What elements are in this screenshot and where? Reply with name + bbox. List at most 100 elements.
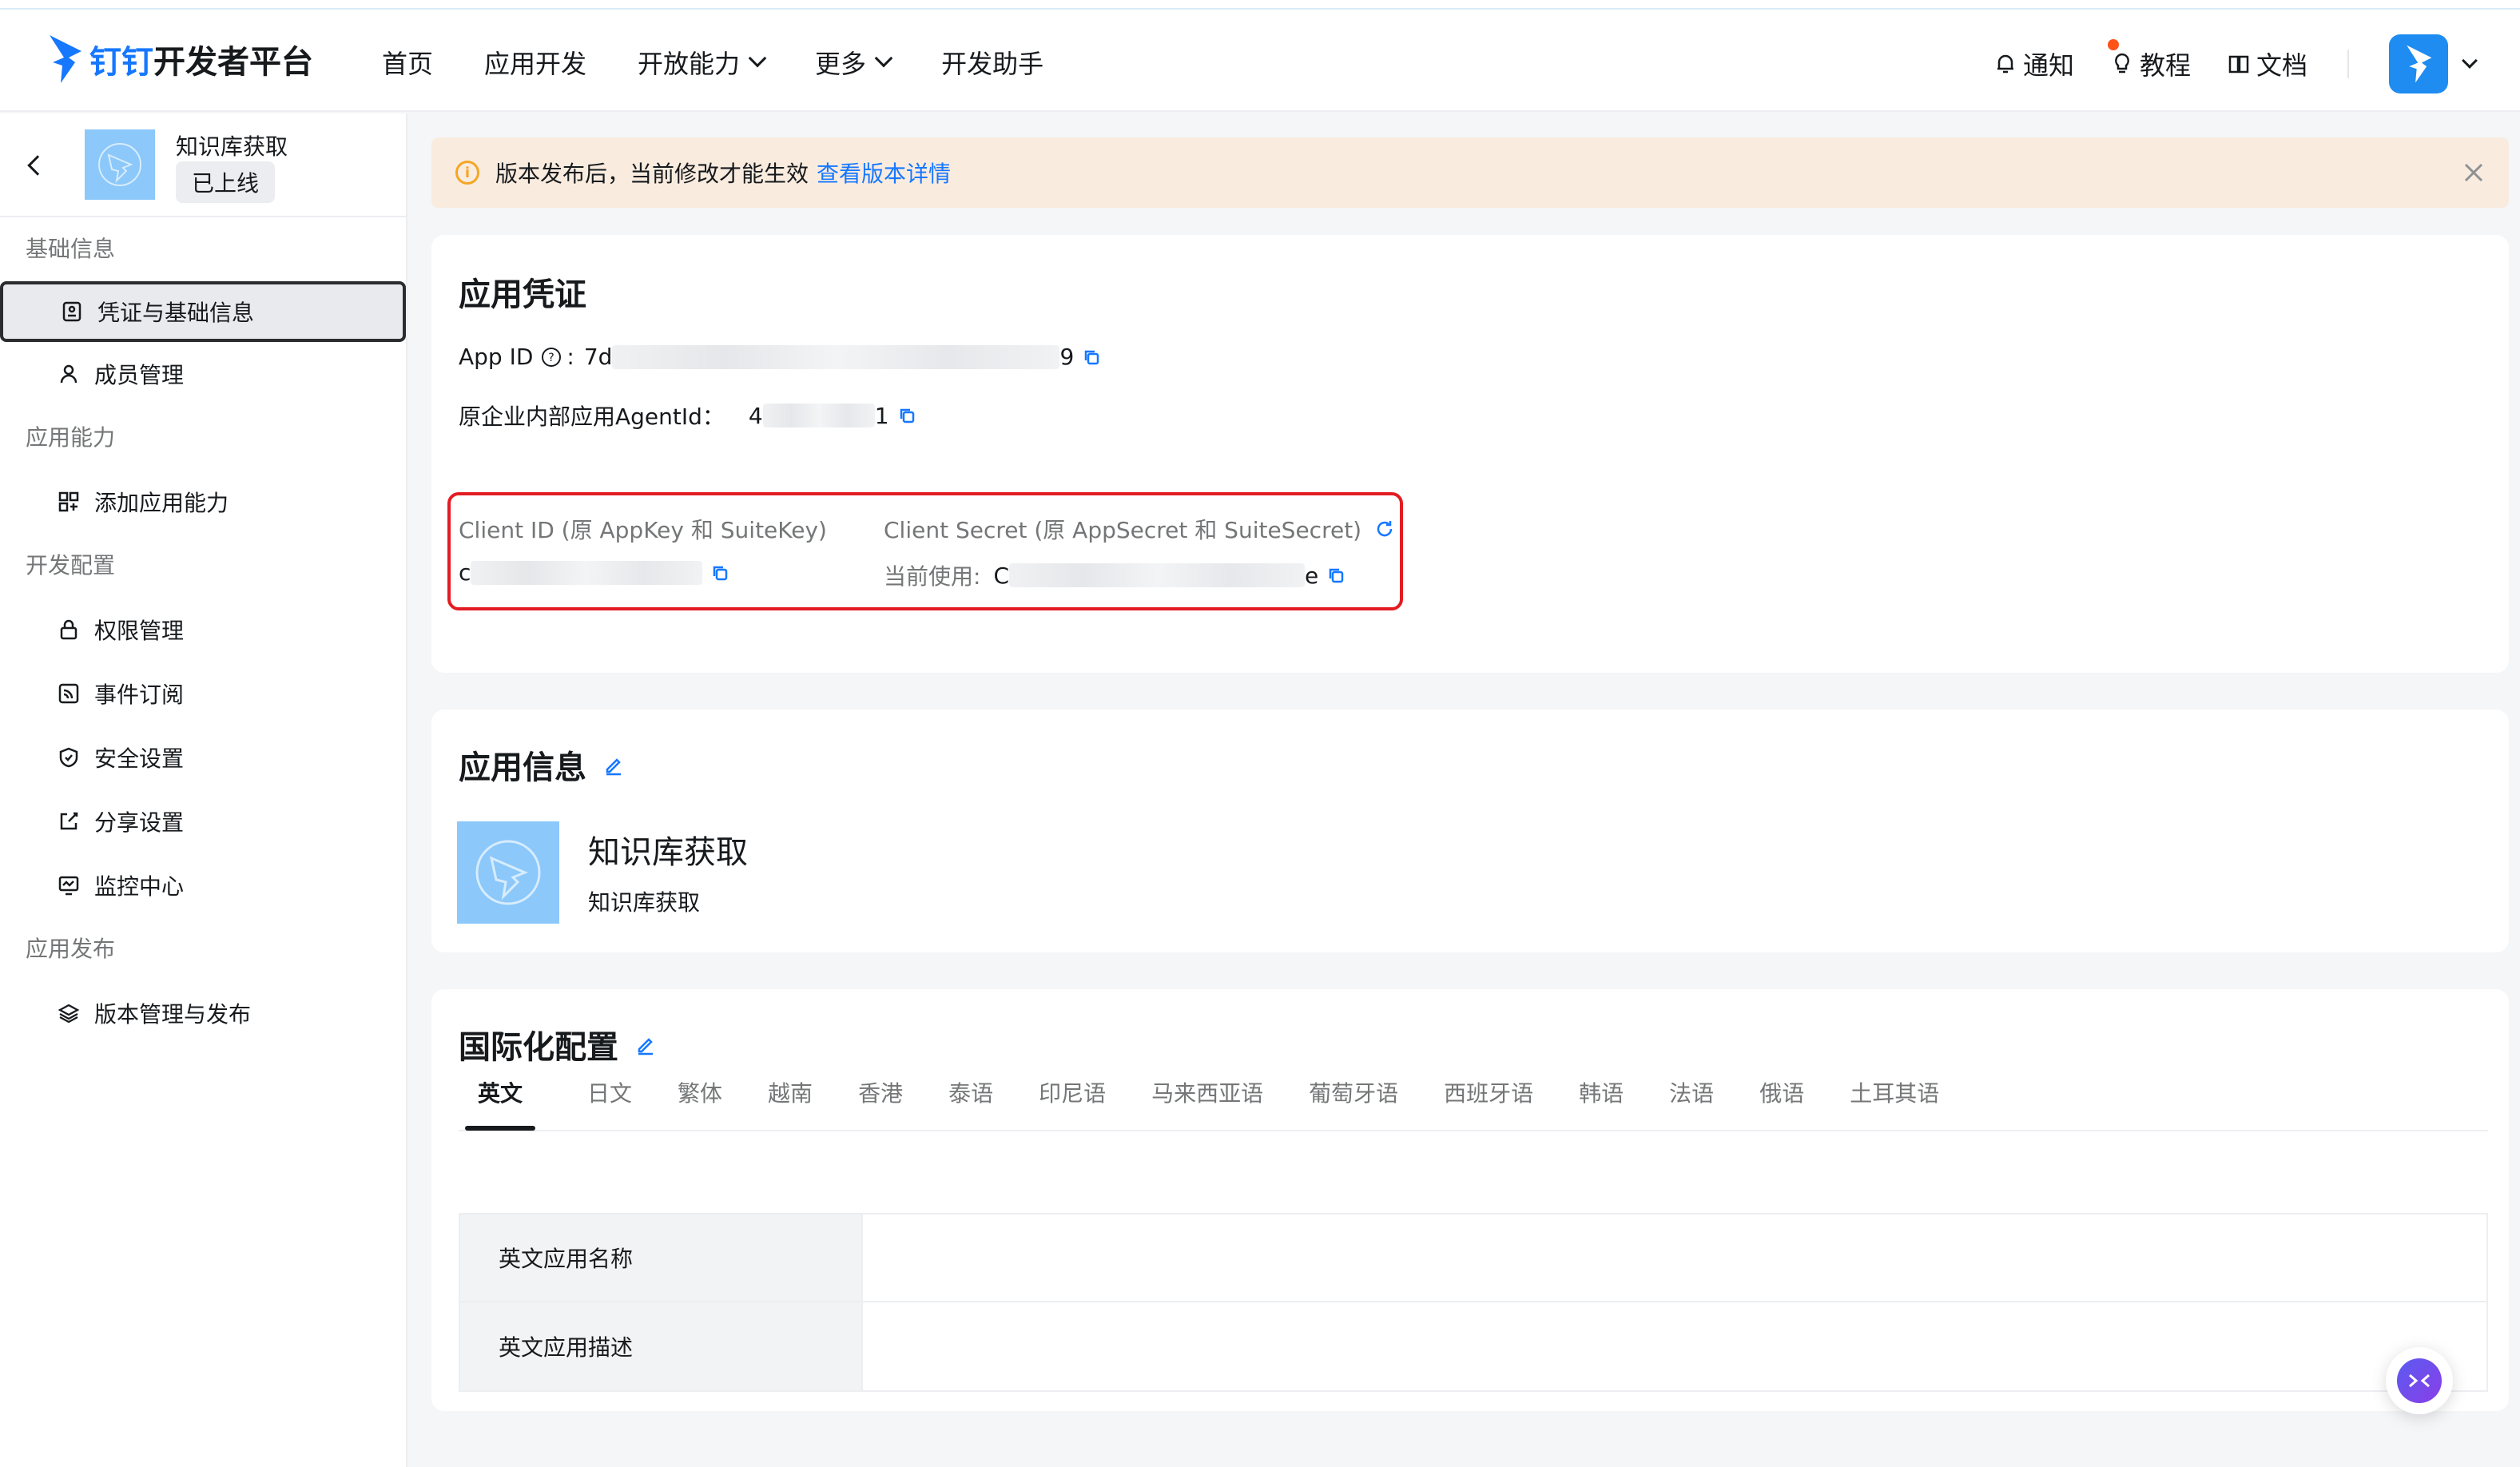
info-warning-icon: i [455,161,479,185]
sidebar-item-permissions[interactable]: 权限管理 [0,598,406,662]
tab-traditional[interactable]: 繁体 [678,1057,722,1131]
client-credentials-highlight [447,492,1403,610]
sidebar-item-monitor[interactable]: 监控中心 [0,853,406,917]
agent-id-value-end: 1 [874,402,889,429]
account-chevron-down-icon[interactable] [2462,53,2478,69]
credential-icon [62,301,81,322]
sidebar-item-share[interactable]: 分享设置 [0,789,406,853]
client-secret-value-end: e [1305,562,1319,589]
lock-icon [60,619,78,640]
chevron-down-icon [748,49,767,68]
tab-thai[interactable]: 泰语 [948,1057,993,1131]
top-edge [0,0,2520,10]
layers-icon [58,1004,80,1024]
main-nav: 首页 应用开发 开放能力 更多 开发助手 [382,42,1095,83]
app-info-desc: 知识库获取 [588,889,701,916]
app-name: 知识库获取 [176,133,288,160]
client-secret-redacted [1009,563,1305,587]
tab-hongkong[interactable]: 香港 [858,1057,903,1131]
docs-link[interactable]: 文档 [2226,46,2307,82]
client-id-label: Client ID (原 AppKey 和 SuiteKey) [459,517,827,543]
edit-pencil-icon[interactable] [634,1033,657,1056]
nav-more[interactable]: 更多 [815,44,893,81]
agent-id-value-start: 4 [748,402,763,429]
close-icon[interactable] [2461,160,2486,185]
refresh-icon[interactable] [1374,519,1395,539]
tutorial-link[interactable]: 教程 [2107,39,2191,82]
credentials-card: 应用凭证 App ID ? : 7d 9 原企业内部应用AgentId： 4 1… [431,235,2509,673]
sidebar-item-credentials[interactable]: 凭证与基础信息 [0,281,406,342]
app-info-name: 知识库获取 [588,834,748,871]
rss-icon [58,683,79,704]
tab-turkish[interactable]: 土耳其语 [1850,1057,1939,1131]
logo[interactable]: 钉钉开发者平台 [46,30,313,88]
monitor-icon [58,876,79,896]
tab-english[interactable]: 英文 [459,1057,542,1131]
nav-dev-assistant[interactable]: 开发助手 [941,44,1043,81]
tab-french[interactable]: 法语 [1669,1057,1714,1131]
copy-icon[interactable] [710,563,729,582]
tab-portuguese[interactable]: 葡萄牙语 [1309,1057,1398,1131]
tab-vietnamese[interactable]: 越南 [768,1057,813,1131]
tab-malay[interactable]: 马来西亚语 [1151,1057,1263,1131]
assistant-icon [2397,1358,2442,1403]
copy-icon[interactable] [1082,348,1101,367]
app-info-title-row: 应用信息 [459,741,625,788]
sidebar-item-versions[interactable]: 版本管理与发布 [0,981,406,1045]
section-title-release: 应用发布 [26,936,116,962]
copy-icon[interactable] [897,406,916,425]
bell-icon [1997,54,2013,74]
tab-japanese[interactable]: 日文 [587,1057,632,1131]
section-title-capabilities: 应用能力 [26,424,116,451]
english-app-desc-value [863,1302,2486,1390]
shield-icon [59,747,78,768]
header-divider [2347,50,2349,78]
sidebar-item-add-capability[interactable]: 添加应用能力 [0,470,406,534]
tab-spanish[interactable]: 西班牙语 [1444,1057,1533,1131]
view-version-link[interactable]: 查看版本详情 [817,157,951,189]
status-badge: 已上线 [176,161,276,203]
avatar[interactable] [2389,34,2448,93]
nav-app-dev[interactable]: 应用开发 [484,44,586,81]
user-icon [60,364,78,384]
help-icon[interactable]: ? [541,347,562,368]
copy-icon[interactable] [1326,566,1345,585]
app-id-value-end: 9 [1059,344,1075,370]
app-id-row: App ID ? : 7d 9 [459,344,1101,370]
sidebar-item-security[interactable]: 安全设置 [0,726,406,789]
tab-korean[interactable]: 韩语 [1579,1057,1624,1131]
nav-home[interactable]: 首页 [382,44,433,81]
client-secret-label-row: Client Secret (原 AppSecret 和 SuiteSecret… [884,513,1395,545]
chevron-down-icon [874,49,893,68]
back-arrow-icon[interactable] [27,155,48,176]
dingtalk-avatar-icon [2407,45,2432,83]
book-icon [2228,55,2249,74]
edit-pencil-icon[interactable] [602,753,625,776]
credentials-title: 应用凭证 [459,276,586,313]
table-row: 英文应用名称 [460,1215,2486,1302]
ai-assistant-button[interactable] [2386,1347,2453,1414]
language-tabs: 英文 日文 繁体 越南 香港 泰语 印尼语 马来西亚语 葡萄牙语 西班牙语 韩语… [459,1058,2488,1131]
client-secret-value-start: C [993,562,1009,589]
banner-text: 版本发布后，当前修改才能生效 [495,161,809,187]
app-info-card: 应用信息 知识库获取 知识库获取 [431,710,2509,952]
sidebar-item-members[interactable]: 成员管理 [0,342,406,406]
nav-open-capabilities[interactable]: 开放能力 [638,44,767,81]
app-info-title: 应用信息 [459,749,586,786]
app-id-redacted [612,344,1060,369]
table-row: 英文应用描述 [460,1302,2486,1390]
agent-id-redacted [762,404,875,427]
app-logo-icon [475,840,541,905]
sidebar-item-events[interactable]: 事件订阅 [0,662,406,726]
section-title-dev-config: 开发配置 [26,552,116,578]
tab-indonesian[interactable]: 印尼语 [1039,1057,1106,1131]
client-secret-label: Client Secret (原 AppSecret 和 SuiteSecret… [884,517,1362,543]
svg-text:?: ? [549,352,554,364]
tab-russian[interactable]: 俄语 [1759,1057,1804,1131]
section-title-basic: 基础信息 [26,236,116,262]
header-actions: 通知 教程 文档 [1958,34,2478,94]
new-badge-dot [2107,39,2119,50]
notify-link[interactable]: 通知 [1993,46,2074,82]
app-icon-large [457,821,559,924]
app-header: 知识库获取 已上线 [0,113,406,217]
